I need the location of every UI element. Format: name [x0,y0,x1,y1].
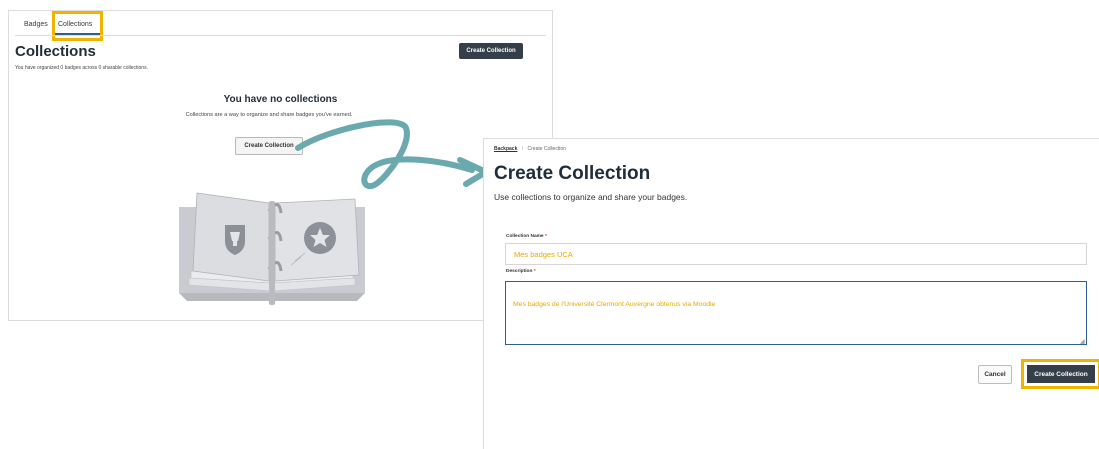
star-badge-icon [304,222,336,254]
create-collection-panel: Backpack / Create Collection Create Coll… [483,138,1099,449]
required-marker: * [533,269,536,274]
description-textarea[interactable]: Mes badges de l'Université Clermont Auve… [505,281,1087,345]
divider [15,35,546,36]
form-title: Create Collection [494,163,651,184]
page-title: Collections [15,43,96,60]
curved-arrow-icon [295,119,489,189]
tab-badges[interactable]: Badges [24,21,48,28]
breadcrumb: Backpack / Create Collection [494,146,566,152]
collection-name-input[interactable]: Mes badges UCA [505,243,1087,265]
description-label: Description * [506,269,536,274]
required-marker: * [544,234,547,239]
form-subtitle: Use collections to organize and share yo… [494,192,688,202]
highlight-box-tab [52,11,103,41]
breadcrumb-current: Create Collection [527,146,566,152]
collection-name-label: Collection Name * [506,234,547,239]
empty-state-title: You have no collections [223,94,338,105]
resize-handle-icon[interactable]: ◢ [1080,338,1085,345]
highlight-box-create: Create Collection [1021,359,1099,389]
breadcrumb-separator: / [521,146,524,152]
tab-bar: Badges Collections [9,11,552,41]
collections-summary: You have organized 0 badges across 0 sha… [15,65,148,71]
breadcrumb-backpack-link[interactable]: Backpack [494,146,517,152]
create-collection-button[interactable]: Create Collection [459,43,523,59]
binder-illustration-icon [179,192,365,305]
cancel-button[interactable]: Cancel [978,365,1012,384]
submit-create-collection-button[interactable]: Create Collection [1027,365,1095,383]
